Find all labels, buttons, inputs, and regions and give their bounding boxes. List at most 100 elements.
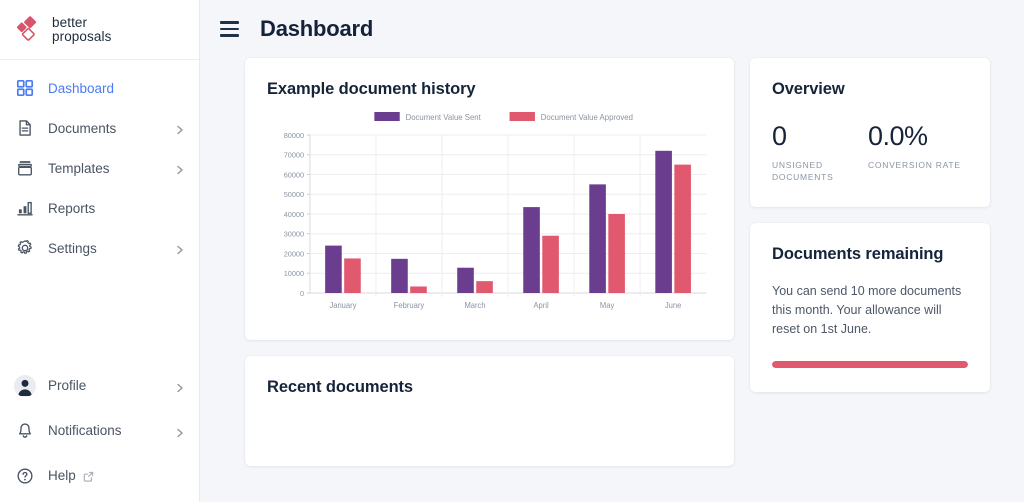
x-tick-label: May <box>600 301 614 310</box>
question-mark-icon <box>14 465 36 487</box>
documents-remaining-card: Documents remaining You can send 10 more… <box>750 223 990 392</box>
grid-icon <box>14 77 36 99</box>
document-icon <box>14 117 36 139</box>
documents-remaining-title: Documents remaining <box>772 245 944 263</box>
stat-conversion-rate: 0.0% CONVERSION RATE <box>868 121 968 183</box>
chart-bar[interactable] <box>608 214 625 293</box>
sidebar-item-label: Reports <box>48 200 96 216</box>
content-right-column: Overview 0 UNSIGNED DOCUMENTS 0.0% CONVE… <box>750 58 990 392</box>
chart-card-title: Example document history <box>267 80 476 98</box>
sidebar-item-settings[interactable]: Settings <box>0 228 199 268</box>
sidebar-item-label: Profile <box>48 378 87 393</box>
y-tick-label: 70000 <box>284 151 304 160</box>
sidebar-item-dashboard[interactable]: Dashboard <box>0 68 199 108</box>
better-proposals-diamond-logo-icon <box>14 15 44 45</box>
page-title: Dashboard <box>260 16 374 41</box>
chart-bar[interactable] <box>523 207 540 293</box>
dashboard-content: Example document history Document Value … <box>200 58 1024 502</box>
sidebar-item-label: Notifications <box>48 423 122 438</box>
stat-value: 0 <box>772 121 787 151</box>
hamburger-icon[interactable] <box>212 12 246 46</box>
y-tick-label: 60000 <box>284 170 304 179</box>
chart-bar[interactable] <box>674 164 691 293</box>
documents-remaining-progress-bar <box>772 361 968 368</box>
legend-label: Document Value Approved <box>541 113 633 122</box>
y-tick-label: 10000 <box>284 269 304 278</box>
chevron-right-icon <box>175 123 185 135</box>
document-history-card: Example document history Document Value … <box>245 58 734 340</box>
progress-fill <box>772 361 968 368</box>
sidebar-item-reports[interactable]: Reports <box>0 188 199 228</box>
y-tick-label: 40000 <box>284 210 304 219</box>
overview-card: Overview 0 UNSIGNED DOCUMENTS 0.0% CONVE… <box>750 58 990 207</box>
overview-stats: 0 UNSIGNED DOCUMENTS 0.0% CONVERSION RAT… <box>772 121 968 183</box>
top-bar: Dashboard <box>200 0 1024 58</box>
sidebar-item-templates[interactable]: Templates <box>0 148 199 188</box>
brand-line-1: better <box>52 14 88 30</box>
chart-bar[interactable] <box>344 258 361 293</box>
templates-icon <box>14 157 36 179</box>
x-tick-label: March <box>464 301 485 310</box>
hamburger-line <box>219 34 239 37</box>
legend-swatch <box>509 112 535 121</box>
chart-bar[interactable] <box>476 281 493 293</box>
y-tick-label: 80000 <box>284 131 304 140</box>
avatar-icon <box>14 374 36 397</box>
chart-bar[interactable] <box>655 150 672 293</box>
hamburger-line <box>219 21 239 24</box>
sidebar-item-label: Dashboard <box>48 80 115 96</box>
sidebar-item-label: Templates <box>48 160 110 176</box>
sidebar: better proposals Dashboard Documents Tem… <box>0 0 200 502</box>
chart-bar[interactable] <box>410 286 427 293</box>
sidebar-item-profile[interactable]: Profile <box>0 363 199 408</box>
external-link-icon <box>83 470 94 482</box>
y-tick-label: 50000 <box>284 190 304 199</box>
brand-wordmark: better proposals <box>52 14 112 44</box>
recent-documents-card: Recent documents <box>245 356 734 466</box>
bell-icon <box>14 420 36 442</box>
document-history-chart[interactable]: Document Value Sent Document Value Approv… <box>267 109 712 326</box>
sidebar-item-documents[interactable]: Documents <box>0 108 199 148</box>
sidebar-item-notifications[interactable]: Notifications <box>0 408 199 453</box>
stat-label: UNSIGNED DOCUMENTS <box>772 160 834 182</box>
chart-bar[interactable] <box>391 258 408 293</box>
sidebar-nav: Dashboard Documents Templates Reports Se… <box>0 60 199 268</box>
x-tick-label: February <box>394 301 425 310</box>
main-area: Dashboard Example document history Docum… <box>200 0 1024 502</box>
stat-label: CONVERSION RATE <box>868 160 961 170</box>
sidebar-bottom-nav: Profile Notifications Help <box>0 363 199 502</box>
y-tick-label: 30000 <box>284 230 304 239</box>
content-left-column: Example document history Document Value … <box>245 58 734 466</box>
y-tick-label: 20000 <box>284 249 304 258</box>
sidebar-item-label: Help <box>48 468 76 483</box>
documents-remaining-body: You can send 10 more documents this mont… <box>772 284 962 336</box>
bar-chart-icon <box>14 197 36 219</box>
chart-bar[interactable] <box>542 235 559 293</box>
hamburger-line <box>219 27 239 31</box>
brand-logo[interactable]: better proposals <box>0 0 199 60</box>
chevron-right-icon <box>175 163 185 175</box>
chevron-right-icon <box>175 381 185 392</box>
chart-bar[interactable] <box>457 267 474 293</box>
gear-icon <box>14 237 36 259</box>
chart-bar[interactable] <box>325 245 342 293</box>
y-tick-label: 0 <box>300 289 304 298</box>
x-tick-label: January <box>329 301 356 310</box>
stat-unsigned-documents: 0 UNSIGNED DOCUMENTS <box>772 121 868 183</box>
sidebar-item-label: Settings <box>48 240 97 256</box>
overview-title: Overview <box>772 80 845 98</box>
avatar <box>14 374 36 397</box>
legend-swatch <box>374 112 400 121</box>
chevron-right-icon <box>175 243 185 255</box>
x-tick-label: April <box>533 301 548 310</box>
stat-value: 0.0% <box>868 121 928 151</box>
legend-label: Document Value Sent <box>406 113 482 122</box>
sidebar-item-label: Documents <box>48 120 117 136</box>
sidebar-item-help[interactable]: Help <box>0 453 199 498</box>
app-root: better proposals Dashboard Documents Tem… <box>0 0 1024 502</box>
brand-line-2: proposals <box>52 28 112 44</box>
chart-bar[interactable] <box>589 184 606 293</box>
chevron-right-icon <box>175 426 185 437</box>
x-tick-label: June <box>665 301 681 310</box>
recent-documents-title: Recent documents <box>267 378 414 396</box>
